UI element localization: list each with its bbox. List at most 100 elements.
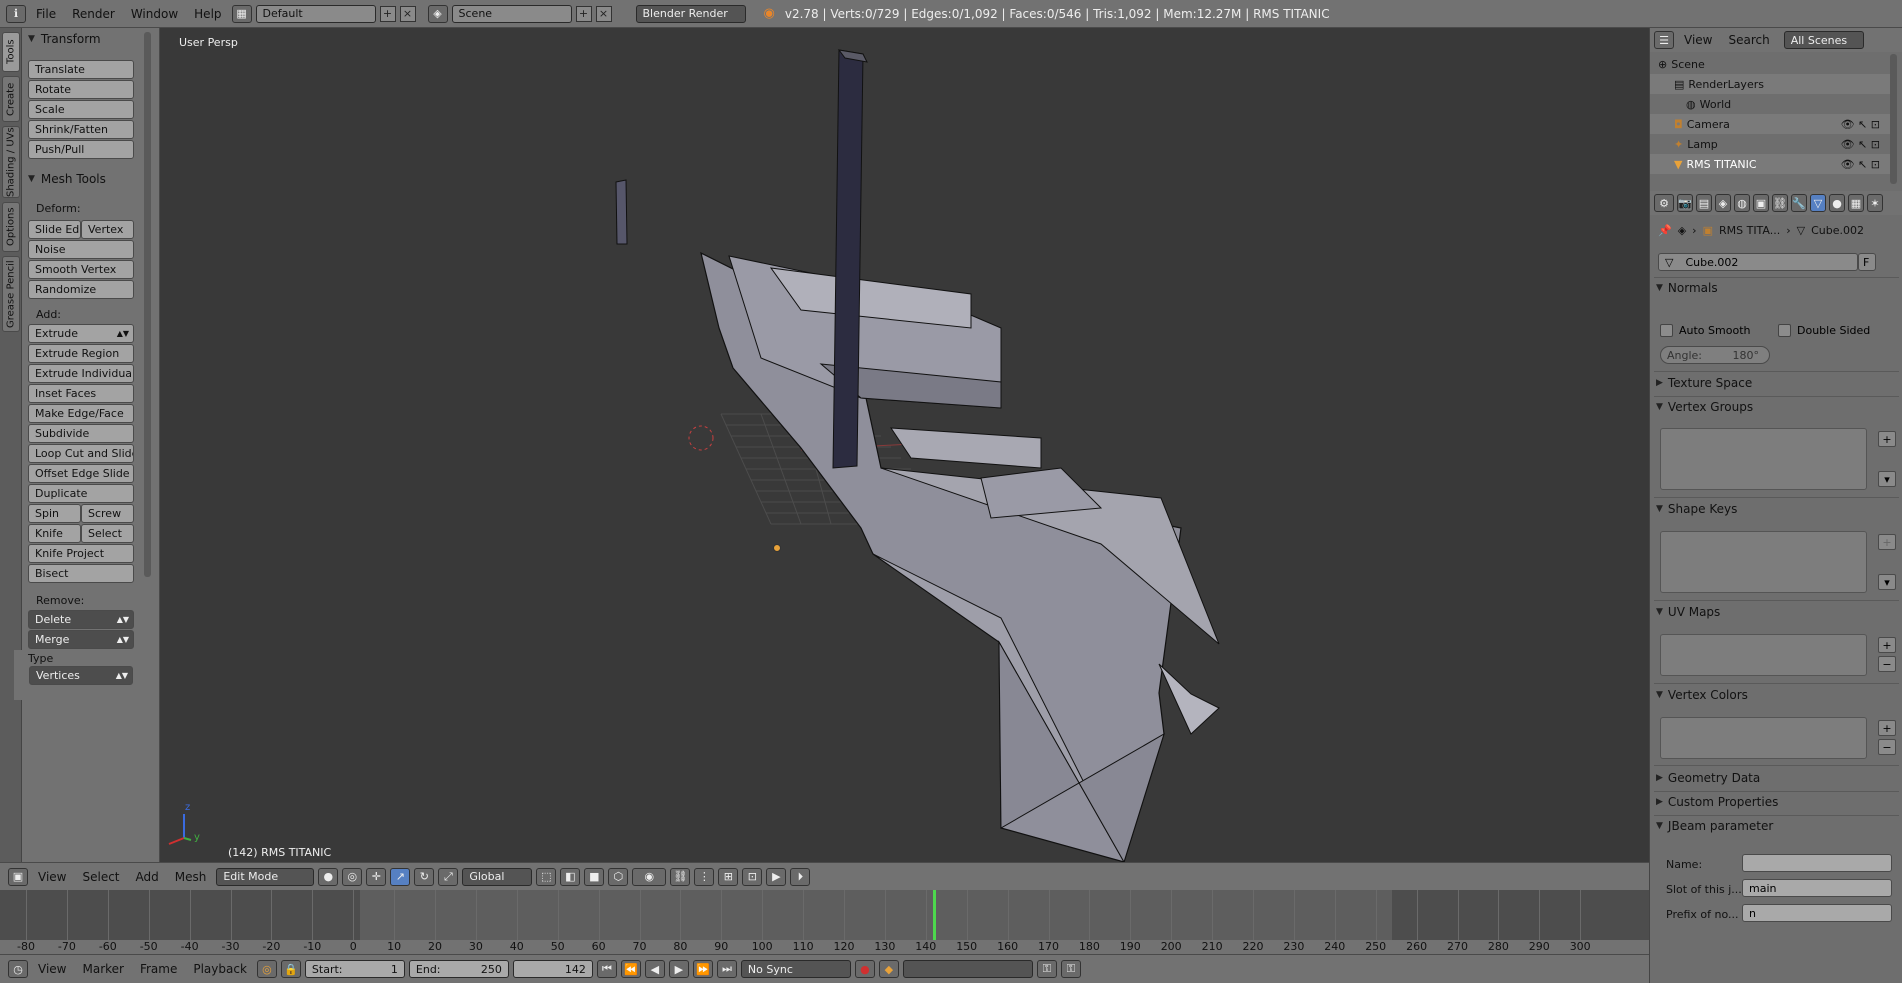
extrude-dropdown[interactable]: Extrude ▲▼ (28, 324, 134, 343)
scene-select[interactable]: Scene (451, 4, 572, 23)
spin-button[interactable]: Spin (28, 504, 81, 523)
menu-frame[interactable]: Frame (134, 962, 183, 976)
layout-select[interactable]: Default (255, 4, 376, 23)
vertex-select-icon[interactable]: ⬚ (536, 867, 557, 886)
screw-button[interactable]: Screw (81, 504, 134, 523)
rotate-manipulator-icon[interactable]: ↻ (414, 867, 435, 886)
render-tab-icon[interactable]: 📷 (1677, 194, 1693, 212)
inset-faces-button[interactable]: Inset Faces (28, 384, 134, 403)
translate-button[interactable]: Translate (28, 60, 134, 79)
prev-keyframe-icon[interactable]: ⏪ (620, 960, 641, 978)
camera-render-icon[interactable]: ▶ (766, 867, 787, 886)
translate-manipulator-icon[interactable]: ↗ (390, 867, 411, 886)
tab-grease-pencil[interactable]: Grease Pencil (2, 256, 20, 332)
render-engine-select[interactable]: Blender Render (635, 4, 746, 23)
pin-icon[interactable]: 📌 (1658, 224, 1672, 237)
vertex-group-menu-icon[interactable]: ▾ (1878, 471, 1896, 487)
vertex-slide-button[interactable]: Vertex (81, 220, 134, 239)
make-edge-face-button[interactable]: Make Edge/Face (28, 404, 134, 423)
jbeam-name-field[interactable] (1742, 854, 1892, 872)
mesh-name-field[interactable]: ▽ Cube.002 (1658, 253, 1858, 271)
menu-outliner-search[interactable]: Search (1722, 33, 1775, 47)
menu-help[interactable]: Help (188, 7, 227, 21)
randomize-button[interactable]: Randomize (28, 280, 134, 299)
add-vertex-group-icon[interactable]: + (1878, 431, 1896, 447)
remove-layout-icon[interactable]: × (399, 5, 416, 22)
menu-playback[interactable]: Playback (187, 962, 253, 976)
jbeam-prefix-field[interactable]: n (1742, 904, 1892, 922)
texture-space-panel-header[interactable]: ▶ Texture Space (1656, 376, 1752, 390)
noise-button[interactable]: Noise (28, 240, 134, 259)
add-layout-icon[interactable]: + (379, 5, 396, 22)
end-frame-field[interactable]: End: 250 (408, 960, 509, 978)
snap-element-icon[interactable]: ⋮ (694, 867, 715, 886)
duplicate-button[interactable]: Duplicate (28, 484, 134, 503)
record-icon[interactable]: ● (854, 960, 875, 978)
snap-icon[interactable]: ⛓ (670, 867, 691, 886)
shape-keys-list[interactable] (1660, 531, 1867, 593)
outliner-scrollbar[interactable] (1890, 54, 1897, 184)
slide-edge-button[interactable]: Slide Ed (28, 220, 81, 239)
uv-maps-panel-header[interactable]: ▼ UV Maps (1656, 605, 1720, 619)
modifiers-tab-icon[interactable]: 🔧 (1791, 194, 1807, 212)
outliner-scope-select[interactable]: All Scenes (1783, 31, 1864, 49)
keying-set-icon[interactable]: ◆ (878, 960, 899, 978)
play-reverse-icon[interactable]: ◀ (644, 960, 665, 978)
outliner-row-lamp[interactable]: ✦ Lamp 👁 ↖ ⊡ (1650, 134, 1890, 154)
tab-shading-uvs[interactable]: Shading / UVs (2, 126, 20, 198)
mesh-data-tab-icon[interactable]: ▽ (1810, 194, 1826, 212)
start-frame-field[interactable]: Start: 1 (304, 960, 405, 978)
visibility-eye-icon[interactable]: 👁 ↖ ⊡ (1841, 138, 1880, 151)
render-preview-icon[interactable]: ⊡ (742, 867, 763, 886)
menu-timeline-view[interactable]: View (32, 962, 72, 976)
outliner-row-scene[interactable]: ⊕ Scene (1650, 54, 1890, 74)
tab-create[interactable]: Create (2, 76, 20, 122)
remove-scene-icon[interactable]: × (595, 5, 612, 22)
timeline-editor-icon[interactable]: ◷ (8, 960, 28, 978)
material-tab-icon[interactable]: ● (1829, 194, 1845, 212)
transform-panel-header[interactable]: ▼ Transform (22, 28, 159, 50)
preview-range-icon[interactable]: ◎ (256, 960, 277, 978)
world-tab-icon[interactable]: ◍ (1734, 194, 1750, 212)
manipulator-axis-icon[interactable]: ✛ (366, 867, 387, 886)
edge-select-icon[interactable]: ◧ (560, 867, 581, 886)
auto-smooth-checkbox[interactable] (1660, 324, 1673, 337)
info-editor-icon[interactable]: ℹ (6, 4, 26, 23)
vertex-colors-panel-header[interactable]: ▼ Vertex Colors (1656, 688, 1748, 702)
object-tab-icon[interactable]: ▣ (1753, 194, 1769, 212)
uv-maps-list[interactable] (1660, 634, 1867, 676)
sync-select[interactable]: No Sync (740, 960, 851, 978)
type-dropdown[interactable]: Vertices ▲▼ (29, 666, 133, 685)
menu-outliner-view[interactable]: View (1678, 33, 1718, 47)
visibility-eye-icon[interactable]: 👁 ↖ ⊡ (1841, 118, 1880, 131)
vertex-colors-list[interactable] (1660, 717, 1867, 759)
mesh-tools-panel-header[interactable]: ▼ Mesh Tools (22, 168, 112, 190)
outliner-row-world[interactable]: ◍ World (1650, 94, 1890, 114)
scale-manipulator-icon[interactable]: ⤢ (438, 867, 459, 886)
add-scene-icon[interactable]: + (575, 5, 592, 22)
current-frame-cursor[interactable] (932, 890, 936, 940)
properties-editor-icon[interactable]: ⚙ (1654, 194, 1674, 212)
visibility-eye-icon[interactable]: 👁 ↖ ⊡ (1841, 158, 1880, 171)
vertex-groups-panel-header[interactable]: ▼ Vertex Groups (1656, 400, 1753, 414)
jump-end-icon[interactable]: ⏭ (716, 960, 737, 978)
smooth-vertex-button[interactable]: Smooth Vertex (28, 260, 134, 279)
double-sided-checkbox[interactable] (1778, 324, 1791, 337)
double-sided-toggle[interactable]: Double Sided (1778, 324, 1870, 337)
scene-tab-icon[interactable]: ◈ (1715, 194, 1731, 212)
extrude-region-button[interactable]: Extrude Region (28, 344, 134, 363)
jbeam-panel-header[interactable]: ▼ JBeam parameter (1656, 819, 1773, 833)
loop-cut-slide-button[interactable]: Loop Cut and Slide (28, 444, 134, 463)
menu-add[interactable]: Add (130, 870, 165, 884)
insert-keyframe-icon[interactable]: ⚿ (1036, 960, 1057, 978)
delete-keyframe-icon[interactable]: ⚿ (1060, 960, 1081, 978)
play-icon[interactable]: ▶ (668, 960, 689, 978)
menu-file[interactable]: File (30, 7, 62, 21)
particles-tab-icon[interactable]: ✶ (1867, 194, 1883, 212)
offset-edge-slide-button[interactable]: Offset Edge Slide (28, 464, 134, 483)
menu-marker[interactable]: Marker (76, 962, 129, 976)
editor-type-icon[interactable]: ▣ (8, 867, 28, 886)
vertex-groups-list[interactable] (1660, 428, 1867, 490)
menu-select[interactable]: Select (76, 870, 125, 884)
rotate-button[interactable]: Rotate (28, 80, 134, 99)
